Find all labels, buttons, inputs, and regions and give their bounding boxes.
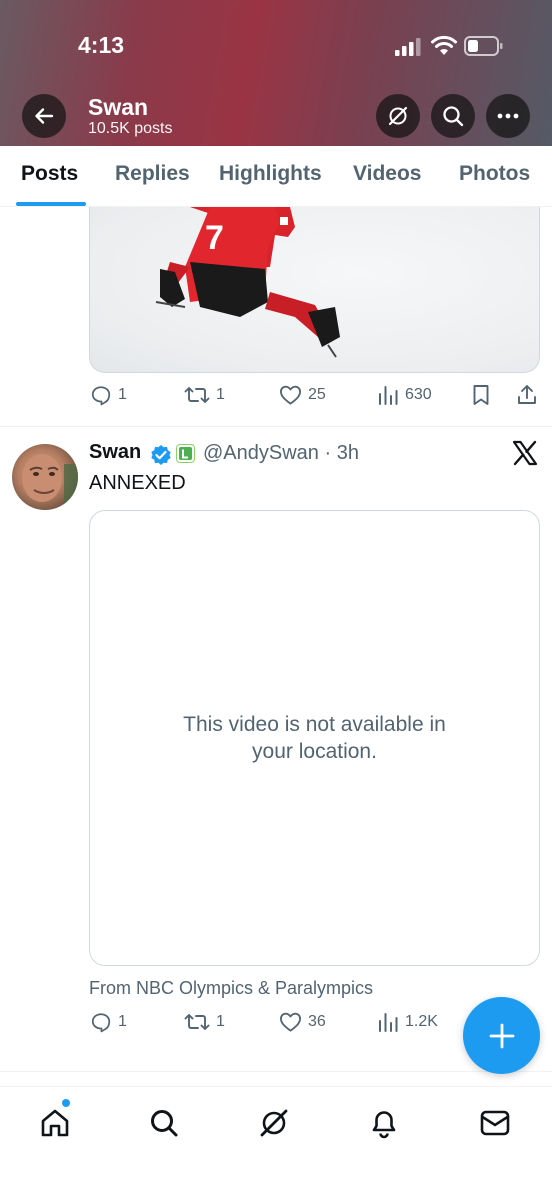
post-actions: 1 1 25 630 <box>0 384 552 414</box>
video-unavailable-message: This video is not available in your loca… <box>183 713 446 763</box>
avatar[interactable] <box>12 444 78 510</box>
reply-count: 1 <box>118 1013 127 1030</box>
heart-icon <box>280 385 301 405</box>
repost-icon <box>184 1014 210 1030</box>
back-button[interactable] <box>22 94 66 138</box>
nav-search[interactable] <box>144 1103 184 1143</box>
like-count: 25 <box>308 386 326 403</box>
like-button[interactable]: 25 <box>279 384 326 406</box>
view-count: 1.2K <box>405 1013 438 1030</box>
tab-highlights[interactable]: Highlights <box>219 162 322 186</box>
tab-photos[interactable]: Photos <box>459 162 530 186</box>
reply-button[interactable]: 1 <box>90 1011 127 1033</box>
views-button[interactable]: 630 <box>377 384 432 406</box>
profile-name: Swan <box>88 94 149 120</box>
repost-button[interactable]: 1 <box>184 1011 225 1033</box>
repost-count: 1 <box>216 386 225 403</box>
grok-icon <box>260 1109 288 1137</box>
profile-header: 4:13 Swan 10.5K posts <box>0 0 552 146</box>
heart-icon <box>280 1012 301 1032</box>
plus-icon <box>489 1023 514 1048</box>
reply-icon <box>91 386 111 406</box>
compose-post-button[interactable] <box>463 997 540 1074</box>
post-divider <box>0 426 552 427</box>
views-chart-icon <box>379 386 398 405</box>
search-icon <box>443 106 464 127</box>
home-icon <box>41 1109 69 1137</box>
wifi-icon <box>431 35 457 55</box>
video-unavailable-card[interactable]: This video is not available in your loca… <box>89 510 540 966</box>
arrow-left-icon <box>35 108 54 124</box>
grok-icon <box>388 106 408 126</box>
bookmark-icon <box>473 385 489 405</box>
more-button[interactable] <box>486 94 530 138</box>
reply-button[interactable]: 1 <box>90 384 127 406</box>
search-icon <box>151 1110 178 1137</box>
nav-messages[interactable] <box>475 1103 515 1143</box>
post-media-image[interactable]: 7 <box>89 207 540 373</box>
active-tab-indicator <box>16 202 86 206</box>
repost-button[interactable]: 1 <box>184 384 225 406</box>
verified-badge-icon <box>151 445 171 465</box>
profile-tabs: Posts Replies Highlights Videos Photos <box>0 146 552 207</box>
mail-icon <box>480 1110 510 1136</box>
post-text: ANNEXED <box>89 472 186 494</box>
tab-videos[interactable]: Videos <box>353 162 421 186</box>
nav-notifications[interactable] <box>364 1103 404 1143</box>
affiliate-logo-icon <box>179 447 192 460</box>
like-count: 36 <box>308 1013 326 1030</box>
post-divider <box>0 1071 552 1072</box>
reply-count: 1 <box>118 386 127 403</box>
views-button[interactable]: 1.2K <box>377 1011 438 1033</box>
bottom-navigation <box>0 1086 552 1200</box>
bookmark-button[interactable] <box>471 384 491 406</box>
repost-count: 1 <box>216 1013 225 1030</box>
nav-grok[interactable] <box>254 1103 294 1143</box>
handle-and-time[interactable]: @AndySwan · 3h <box>203 442 359 465</box>
tab-posts[interactable]: Posts <box>21 162 78 186</box>
views-chart-icon <box>379 1013 398 1032</box>
bell-icon <box>372 1111 396 1139</box>
x-logo-icon <box>512 440 538 466</box>
status-bar: 4:13 <box>0 28 552 64</box>
more-dots-icon <box>497 113 519 119</box>
search-button[interactable] <box>431 94 475 138</box>
tab-replies[interactable]: Replies <box>115 162 190 186</box>
battery-icon <box>464 36 503 56</box>
avatar-face-illustration <box>22 454 78 510</box>
repost-icon <box>184 387 210 403</box>
hockey-player-illustration: 7 <box>155 207 340 358</box>
share-icon <box>518 385 536 404</box>
like-button[interactable]: 36 <box>279 1011 326 1033</box>
share-button[interactable] <box>516 384 538 406</box>
cellular-signal-icon <box>395 38 421 56</box>
affiliate-badge[interactable] <box>176 444 195 463</box>
status-time: 4:13 <box>78 32 125 58</box>
nav-home[interactable] <box>35 1103 75 1143</box>
reply-icon <box>91 1013 111 1033</box>
video-source-attribution[interactable]: From NBC Olympics & Paralympics <box>89 978 373 999</box>
home-unread-dot <box>62 1099 70 1107</box>
grok-button[interactable] <box>376 94 420 138</box>
author-name[interactable]: Swan <box>89 441 141 464</box>
post-count: 10.5K posts <box>88 120 173 137</box>
jersey-number: 7 <box>205 219 224 257</box>
view-count: 630 <box>405 386 432 403</box>
